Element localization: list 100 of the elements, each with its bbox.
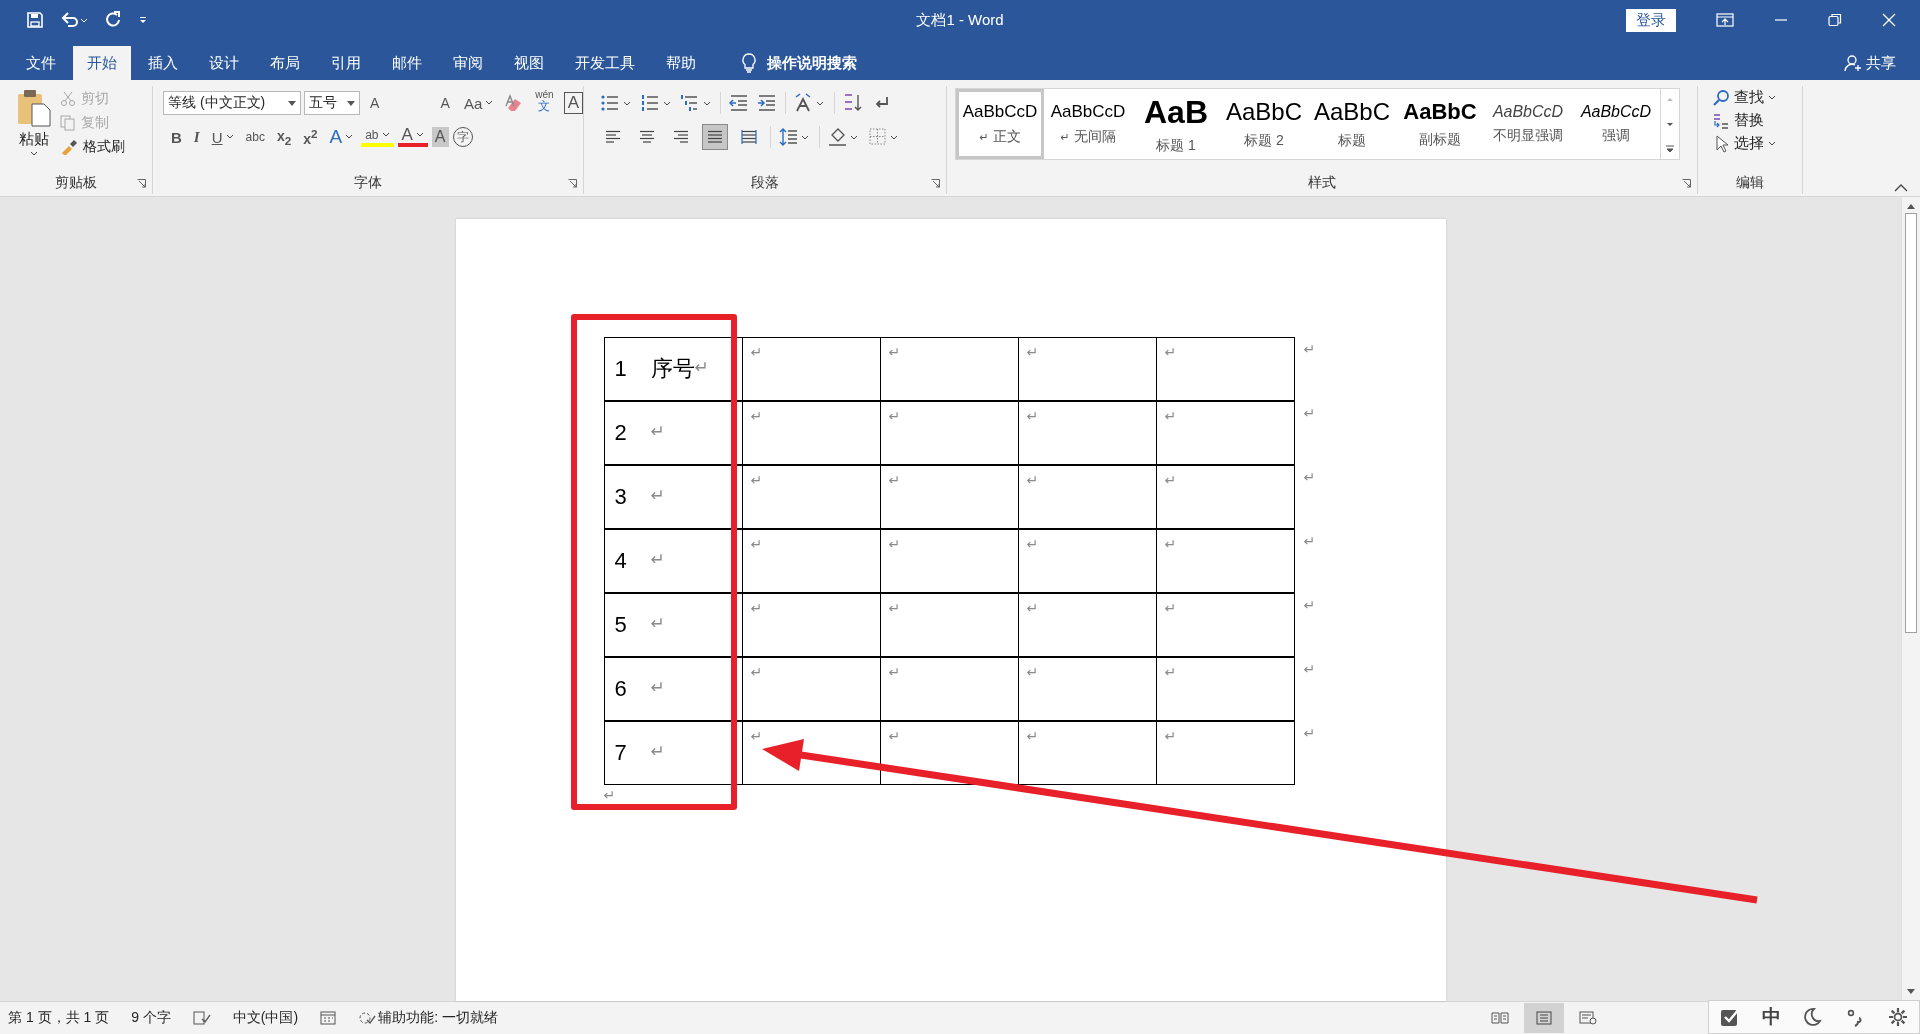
page-count[interactable]: 第 1 页，共 1 页 bbox=[8, 1009, 110, 1027]
ribbon-display-icon[interactable] bbox=[1716, 13, 1734, 27]
align-lines-icon[interactable] bbox=[741, 130, 757, 144]
text-direction-icon[interactable] bbox=[794, 93, 826, 113]
dialog-launcher-icon[interactable] bbox=[137, 179, 146, 188]
word-count[interactable]: 9 个字 bbox=[131, 1009, 171, 1027]
font-tool-button[interactable]: A bbox=[397, 127, 428, 147]
style-tile[interactable]: AaB 标题 1 bbox=[1132, 89, 1220, 159]
style-tile[interactable]: AaBbC 标题 2 bbox=[1220, 89, 1308, 159]
book-icon[interactable] bbox=[1491, 1011, 1509, 1025]
caret-icon[interactable] bbox=[225, 134, 234, 140]
collapse-ribbon-icon[interactable] bbox=[1894, 183, 1908, 192]
style-tile[interactable]: AaBbCcD 强调 bbox=[1572, 89, 1660, 159]
ribbon-tab[interactable]: 引用 bbox=[317, 46, 375, 80]
input-mode-toggle[interactable]: 中 bbox=[1761, 1004, 1781, 1030]
paint-bucket-icon[interactable] bbox=[828, 127, 860, 147]
font-tool-button[interactable]: Aa bbox=[459, 90, 498, 116]
lightbulb-icon[interactable] bbox=[741, 53, 757, 73]
ribbon-tab[interactable]: 开始 bbox=[73, 46, 131, 80]
ribbon-tab[interactable]: 文件 bbox=[12, 46, 70, 80]
font-tool-button[interactable]: ab bbox=[361, 127, 394, 147]
multilevel-list-icon[interactable] bbox=[680, 93, 712, 113]
ribbon-tab[interactable]: 开发工具 bbox=[561, 46, 649, 80]
ribbon-tab[interactable]: 设计 bbox=[195, 46, 253, 80]
font-tool-button[interactable]: B bbox=[167, 124, 186, 150]
restore-icon[interactable] bbox=[1828, 13, 1842, 27]
table-cell[interactable]: 7 ↵ bbox=[603, 721, 743, 785]
proofing-icon[interactable] bbox=[192, 1010, 211, 1026]
dialog-launcher-icon[interactable] bbox=[931, 179, 940, 188]
ribbon-tab[interactable]: 邮件 bbox=[378, 46, 436, 80]
caret-icon[interactable] bbox=[1768, 94, 1776, 101]
web-page-icon[interactable] bbox=[1579, 1011, 1597, 1025]
language-status[interactable]: 中文(中国) bbox=[232, 1009, 299, 1027]
accessibility-status[interactable]: 辅助功能: 一切就绪 bbox=[378, 1009, 498, 1027]
tell-me-search[interactable]: 操作说明搜索 bbox=[767, 53, 857, 73]
style-tile[interactable]: AaBbCcD 不明显强调 bbox=[1484, 89, 1572, 159]
font-tool-button[interactable]: A bbox=[563, 92, 583, 114]
caret-icon[interactable] bbox=[1768, 140, 1776, 147]
numbered-list-icon[interactable] bbox=[640, 93, 672, 113]
alignment-button[interactable] bbox=[702, 124, 728, 150]
table-cell[interactable]: 6 ↵ bbox=[603, 657, 743, 721]
font-tool-button[interactable]: abc bbox=[241, 124, 269, 150]
align-lines-icon[interactable] bbox=[639, 130, 655, 144]
phonetic-guide-button[interactable]: wén 文 bbox=[531, 90, 558, 116]
dropdown-arrow-icon[interactable] bbox=[347, 100, 355, 106]
caret-icon[interactable] bbox=[415, 132, 424, 138]
font-name-field[interactable]: 等线 (中文正文) bbox=[163, 91, 301, 115]
redo-icon[interactable] bbox=[104, 11, 122, 29]
ribbon-tab[interactable]: 视图 bbox=[500, 46, 558, 80]
close-icon[interactable] bbox=[1882, 13, 1896, 27]
calendar-icon[interactable] bbox=[320, 1010, 337, 1026]
align-lines-icon[interactable] bbox=[707, 130, 723, 144]
bullet-list-icon[interactable] bbox=[600, 93, 632, 113]
align-lines-icon[interactable] bbox=[673, 130, 689, 144]
brush-icon[interactable] bbox=[60, 139, 78, 155]
font-tool-button[interactable]: I bbox=[189, 124, 204, 150]
caret-icon[interactable] bbox=[485, 100, 494, 106]
font-size-field[interactable]: 五号 bbox=[304, 91, 360, 115]
share-button[interactable]: 共享 bbox=[1866, 53, 1896, 73]
increase-indent-icon[interactable] bbox=[757, 93, 777, 113]
dialog-launcher-icon[interactable] bbox=[1682, 179, 1691, 188]
font-tool-button[interactable]: x$^{2}$ bbox=[299, 124, 322, 150]
ribbon-tab[interactable]: 布局 bbox=[256, 46, 314, 80]
sign-in-button[interactable]: 登录 bbox=[1626, 8, 1676, 32]
table-cell[interactable]: 2 ↵ bbox=[603, 401, 743, 465]
search-icon[interactable] bbox=[1712, 88, 1730, 107]
table-cell[interactable]: 3 ↵ bbox=[603, 465, 743, 529]
undo-icon[interactable] bbox=[60, 11, 88, 29]
ribbon-tab[interactable]: 审阅 bbox=[439, 46, 497, 80]
style-tile[interactable]: AaBbCcD ↵ 正文 bbox=[956, 89, 1044, 159]
save-icon[interactable] bbox=[26, 11, 44, 29]
table-cell[interactable]: 5 ↵ bbox=[603, 593, 743, 657]
accessibility-icon[interactable] bbox=[358, 1010, 377, 1026]
line-spacing-icon[interactable] bbox=[779, 127, 811, 147]
style-tile[interactable]: AaBbC 标题 bbox=[1308, 89, 1396, 159]
style-tile[interactable]: AaBbC 副标题 bbox=[1396, 89, 1484, 159]
replace-icon[interactable] bbox=[1712, 111, 1730, 130]
font-tool-button[interactable]: U bbox=[207, 124, 238, 150]
scrollbar-thumb[interactable] bbox=[1905, 213, 1917, 633]
style-tile[interactable]: AaBbCcD ↵ 无间隔 bbox=[1044, 89, 1132, 159]
editing-command[interactable]: 选择 bbox=[1712, 134, 1802, 153]
font-tool-button[interactable]: x$_{2}$ bbox=[272, 124, 296, 150]
editing-command[interactable]: 查找 bbox=[1712, 88, 1802, 107]
moon-icon[interactable] bbox=[1801, 1006, 1824, 1028]
ribbon-tab[interactable]: 帮助 bbox=[652, 46, 710, 80]
table-cell[interactable]: 4 ↵ bbox=[603, 529, 743, 593]
table-cell[interactable]: 1 序号↵ bbox=[603, 337, 743, 401]
font-tool-button[interactable]: A bbox=[366, 90, 431, 116]
paste-button[interactable]: 粘贴 bbox=[16, 88, 52, 172]
font-tool-button[interactable]: A bbox=[325, 124, 358, 150]
person-add-icon[interactable] bbox=[1844, 54, 1862, 72]
caret-icon[interactable] bbox=[30, 151, 38, 157]
customize-caret-icon[interactable] bbox=[138, 15, 148, 25]
ribbon-tab[interactable]: 插入 bbox=[134, 46, 192, 80]
font-tool-button[interactable]: A bbox=[436, 90, 454, 116]
align-lines-icon[interactable] bbox=[605, 130, 621, 144]
settings-icon[interactable] bbox=[1886, 1006, 1909, 1028]
dropdown-arrow-icon[interactable] bbox=[288, 100, 296, 106]
decrease-indent-icon[interactable] bbox=[729, 93, 749, 113]
font-tool-button[interactable]: A bbox=[431, 127, 449, 147]
